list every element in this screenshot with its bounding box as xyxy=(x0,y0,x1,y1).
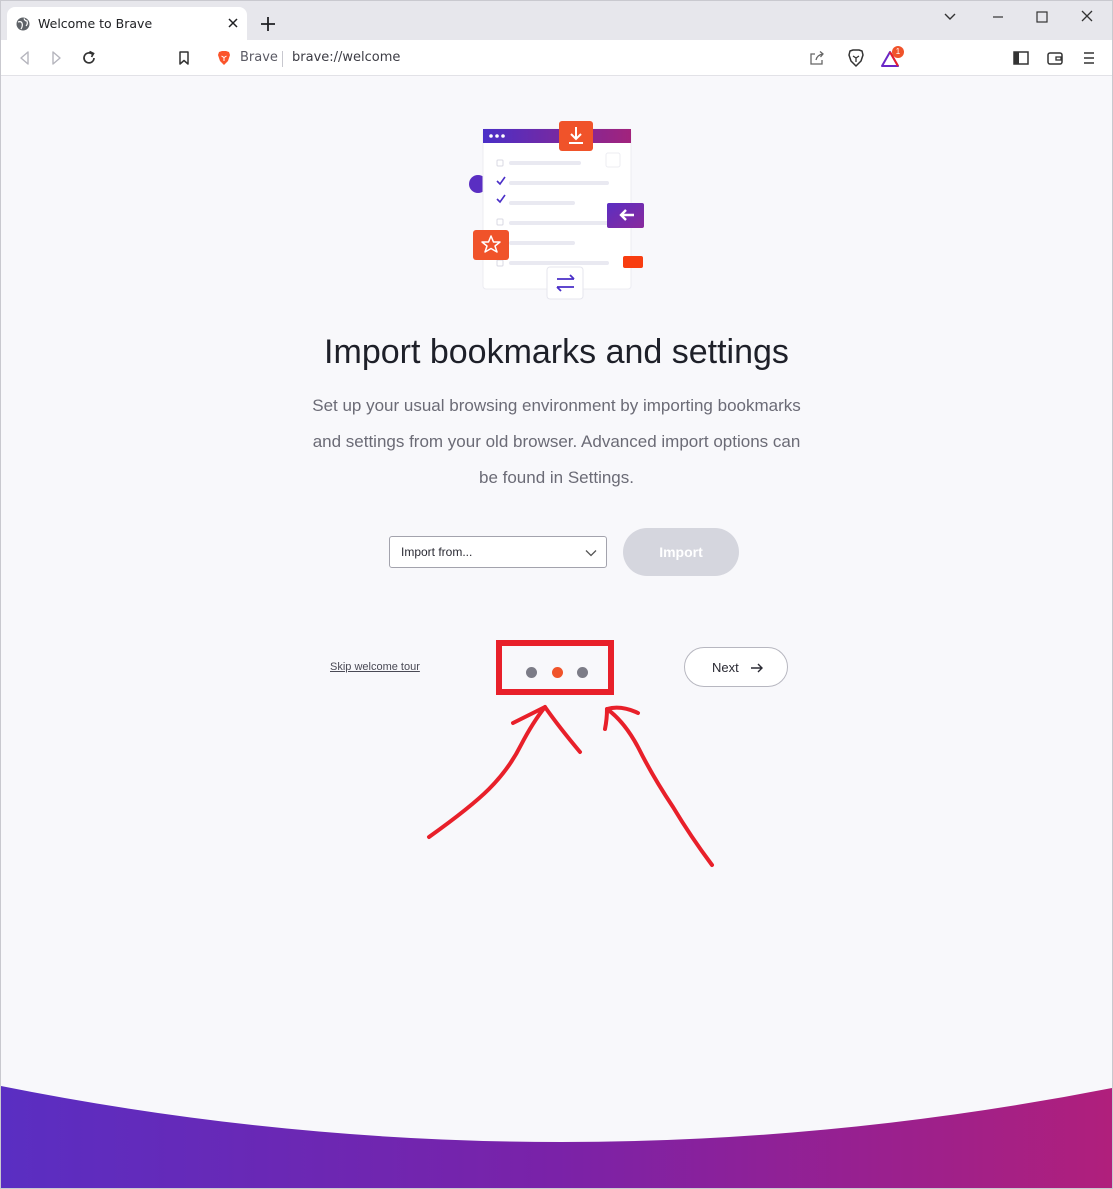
address-bar[interactable]: Brave brave://welcome xyxy=(206,45,908,72)
import-from-select[interactable]: Import from... xyxy=(389,536,607,568)
wallet-icon[interactable] xyxy=(1045,48,1065,68)
import-button[interactable]: Import xyxy=(623,528,739,576)
brave-rewards-button[interactable]: 1 xyxy=(879,46,907,70)
brave-shields-icon[interactable] xyxy=(846,48,866,68)
bookmark-icon[interactable] xyxy=(174,48,194,68)
maximize-icon[interactable] xyxy=(1031,7,1053,27)
rewards-badge: 1 xyxy=(892,46,904,58)
chevron-down-icon xyxy=(585,550,597,557)
globe-icon xyxy=(16,17,30,31)
skip-welcome-tour-link[interactable]: Skip welcome tour xyxy=(330,661,420,673)
page-title: Import bookmarks and settings xyxy=(324,333,789,371)
browser-window: Welcome to Brave Brave brave://welcome 1… xyxy=(0,0,1113,1189)
pagination-dot[interactable] xyxy=(526,667,537,678)
tab-welcome[interactable]: Welcome to Brave xyxy=(7,7,247,41)
tab-strip: Welcome to Brave xyxy=(1,1,1112,41)
welcome-page: Import bookmarks and settings Set up you… xyxy=(1,77,1112,1188)
browser-toolbar: Brave brave://welcome 1 xyxy=(1,40,1112,76)
tab-search-chevron-icon[interactable] xyxy=(939,7,961,27)
pagination-dots xyxy=(496,640,614,695)
close-tab-icon[interactable] xyxy=(225,15,241,31)
page-description: Set up your usual browsing environment b… xyxy=(312,396,801,487)
pagination-dot[interactable] xyxy=(577,667,588,678)
minimize-icon[interactable] xyxy=(987,7,1009,27)
import-from-value: Import from... xyxy=(401,545,473,559)
import-illustration xyxy=(469,121,644,300)
back-icon[interactable] xyxy=(15,48,35,68)
sidebar-icon[interactable] xyxy=(1011,48,1031,68)
pagination-dot-active[interactable] xyxy=(552,667,563,678)
omnibox-separator xyxy=(282,51,283,67)
new-tab-icon[interactable] xyxy=(259,15,277,33)
forward-icon[interactable] xyxy=(46,48,66,68)
next-button-label: Next xyxy=(712,660,739,675)
bottom-wave-decoration xyxy=(1,1086,1112,1188)
reload-icon[interactable] xyxy=(79,48,99,68)
arrow-right-icon xyxy=(751,663,763,673)
url-text[interactable]: brave://welcome xyxy=(292,50,400,65)
menu-icon[interactable] xyxy=(1079,48,1099,68)
tab-title: Welcome to Brave xyxy=(38,16,153,31)
brave-lion-icon xyxy=(218,51,230,65)
close-window-icon[interactable] xyxy=(1076,7,1098,27)
share-icon[interactable] xyxy=(808,49,826,67)
omnibox-brand-label: Brave xyxy=(240,50,278,65)
next-button[interactable]: Next xyxy=(684,647,788,687)
